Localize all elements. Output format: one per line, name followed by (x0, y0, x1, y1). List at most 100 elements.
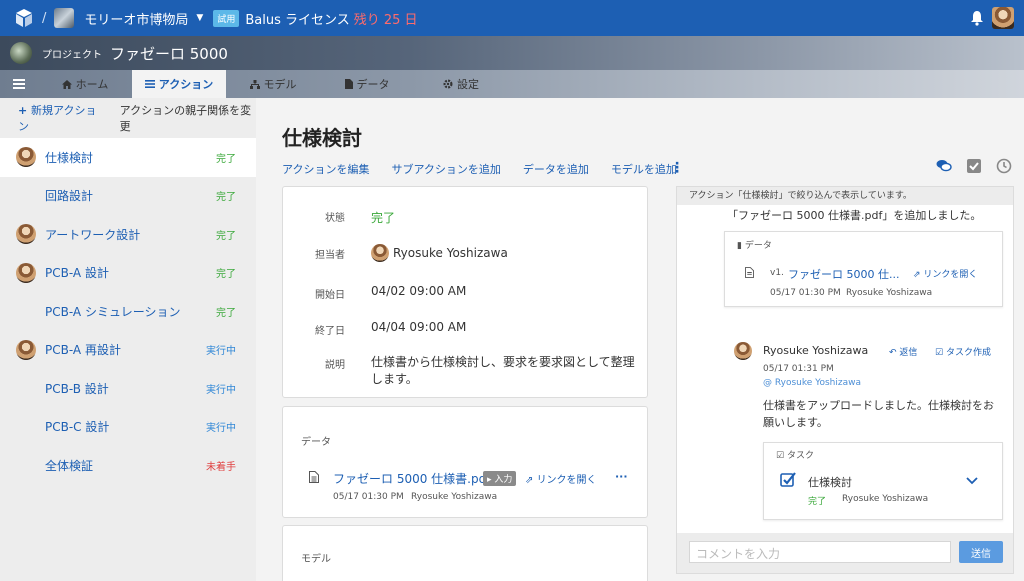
comment-body: 仕様書をアップロードしました。仕様検討をお願いします。 (763, 399, 994, 429)
action-toolbar: アクションを編集 サブアクションを追加 データを追加 モデルを追加 (282, 161, 699, 177)
status-badge: 実行中 (206, 346, 236, 358)
reparent-actions-button[interactable]: アクションの親子関係を変更 (120, 102, 256, 134)
tab-data[interactable]: データ (320, 70, 414, 98)
data-file-link[interactable]: ファゼーロ 5000 仕様書.pdf (333, 470, 490, 487)
tab-model[interactable]: モデル (226, 70, 320, 98)
more-options-icon[interactable]: ··· (615, 470, 628, 483)
open-link-label: リンクを開く (536, 475, 597, 486)
chevron-down-icon[interactable]: ▼ (196, 13, 203, 23)
task-status: 完了 (808, 497, 827, 507)
sidebar-action-item[interactable]: 全体検証 未着手 (0, 446, 256, 485)
sidebar-toolbar: + 新規アクション アクションの親子関係を変更 (0, 98, 256, 138)
sidebar-action-item[interactable]: PCB-C 設計 実行中 (0, 408, 256, 447)
comments-icon[interactable] (936, 158, 952, 174)
user-avatar[interactable] (992, 7, 1014, 29)
org-name[interactable]: モリーオ市博物局 (84, 9, 188, 28)
page-title: 仕様検討 (282, 126, 362, 150)
model-card-heading: モデル (301, 554, 331, 565)
file-text-icon (745, 267, 754, 278)
sidebar-action-item[interactable]: PCB-A 設計 完了 (0, 254, 256, 293)
sidebar-action-label: PCB-C 設計 (45, 420, 110, 435)
status-badge: 完了 (216, 269, 236, 281)
file-text-icon (309, 471, 319, 483)
status-label: 状態 (325, 213, 345, 224)
project-name: ファゼーロ 5000 (110, 44, 228, 63)
list-icon (144, 80, 155, 88)
breadcrumb-separator: / (42, 10, 47, 26)
status-badge: 完了 (216, 230, 236, 242)
activity-panel: アクション「仕様検討」で絞り込んで表示しています。 「ファゼーロ 5000 仕様… (676, 186, 1014, 574)
sidebar-action-item[interactable]: 回路設計 完了 (0, 177, 256, 216)
create-task-button[interactable]: ☑ タスク作成 (935, 345, 991, 358)
assignee-avatar (16, 262, 36, 283)
data-card-heading: データ (301, 437, 331, 448)
sidebar-action-item[interactable]: アートワーク設計 完了 (0, 215, 256, 254)
assignee-avatar (16, 339, 36, 360)
activity-data-box: ▮ データ v1. ファゼーロ 5000 仕... ⇗ リンクを開く 05/17… (724, 231, 1003, 307)
status-badge: 未着手 (206, 461, 236, 473)
license-remaining: 残り 25 日 (353, 12, 418, 28)
comment-time: 05/17 01:31 PM (763, 364, 834, 374)
activity-data-user: Ryosuke Yoshizawa (846, 288, 933, 298)
sidebar-action-label: 仕様検討 (45, 150, 94, 165)
assignee-value[interactable]: Ryosuke Yoshizawa (393, 246, 508, 260)
activity-file-link[interactable]: ファゼーロ 5000 仕... (788, 266, 899, 282)
comment-author-avatar (734, 342, 752, 360)
menu-icon[interactable] (0, 70, 38, 98)
input-badge-label: 入力 (494, 475, 513, 485)
input-badge: ▸ 入力 (483, 471, 517, 486)
sidebar-action-item[interactable]: 仕様検討 完了 (0, 138, 256, 177)
chevron-down-icon[interactable] (966, 477, 978, 485)
org-avatar[interactable] (54, 8, 75, 28)
send-button[interactable]: 送信 (959, 541, 1003, 563)
add-model-link[interactable]: モデルを追加 (611, 161, 677, 177)
status-badge: 実行中 (206, 384, 236, 396)
start-date-value[interactable]: 04/02 09:00 AM (371, 284, 466, 298)
end-date-label: 終了日 (315, 326, 345, 337)
gear-icon (443, 79, 453, 89)
end-date-value[interactable]: 04/04 09:00 AM (371, 320, 466, 334)
reply-button[interactable]: ↶ 返信 (889, 345, 917, 358)
assignee-avatar (16, 147, 36, 168)
tab-home[interactable]: ホーム (38, 70, 132, 98)
sidebar-action-item[interactable]: PCB-B 設計 実行中 (0, 369, 256, 408)
tab-actions[interactable]: アクション (132, 70, 226, 98)
version-label: v1. (770, 268, 784, 278)
bell-icon[interactable] (970, 10, 984, 26)
more-vertical-icon[interactable]: ⋮ (670, 160, 684, 176)
sidebar-action-label: PCB-B 設計 (45, 381, 109, 396)
status-value[interactable]: 完了 (371, 209, 395, 226)
sidebar-action-label: PCB-A 設計 (45, 266, 109, 281)
sidebar-action-label: PCB-A シミュレーション (45, 304, 181, 319)
project-label: プロジェクト (42, 49, 102, 61)
sidebar-action-item[interactable]: PCB-A シミュレーション 完了 (0, 292, 256, 331)
sidebar-action-label: PCB-A 再設計 (45, 343, 121, 358)
task-name[interactable]: 仕様検討 (808, 474, 852, 490)
action-details-card: 状態 完了 担当者 Ryosuke Yoshizawa 開始日 04/02 09… (282, 186, 648, 398)
data-meta-user: Ryosuke Yoshizawa (411, 492, 498, 502)
tab-settings[interactable]: 設定 (414, 70, 508, 98)
checkbox-icon[interactable] (966, 158, 982, 174)
edit-action-link[interactable]: アクションを編集 (282, 161, 369, 177)
model-card: モデル (282, 525, 648, 581)
clock-icon[interactable] (996, 158, 1012, 174)
activity-open-link-label: リンクを開く (923, 270, 978, 280)
task-box: ☑ タスク 仕様検討 完了 Ryosuke Yoshizawa (763, 442, 1003, 520)
app-logo-icon[interactable] (14, 8, 34, 28)
new-action-button[interactable]: + 新規アクション (18, 102, 104, 134)
add-data-link[interactable]: データを追加 (523, 161, 589, 177)
comment-mention[interactable]: @ Ryosuke Yoshizawa (763, 378, 861, 388)
comment-input[interactable]: コメントを入力 (689, 541, 951, 563)
add-subaction-link[interactable]: サブアクションを追加 (391, 161, 500, 177)
status-badge: 完了 (216, 307, 236, 319)
tab-actions-label: アクション (158, 78, 214, 91)
plus-icon: + (18, 104, 32, 117)
task-check-icon[interactable] (780, 471, 796, 487)
activity-open-link[interactable]: ⇗ リンクを開く (913, 267, 977, 280)
data-card: データ ファゼーロ 5000 仕様書.pdf ▸ 入力 ⇗ リンクを開く ···… (282, 406, 648, 518)
open-link-button[interactable]: ⇗ リンクを開く (525, 471, 597, 486)
assignee-label: 担当者 (315, 250, 345, 261)
sidebar-action-label: アートワーク設計 (45, 227, 141, 242)
sidebar-action-item[interactable]: PCB-A 再設計 実行中 (0, 331, 256, 370)
description-value[interactable]: 仕様書から仕様検討し、要求を要求図として整理します。 (371, 354, 641, 388)
